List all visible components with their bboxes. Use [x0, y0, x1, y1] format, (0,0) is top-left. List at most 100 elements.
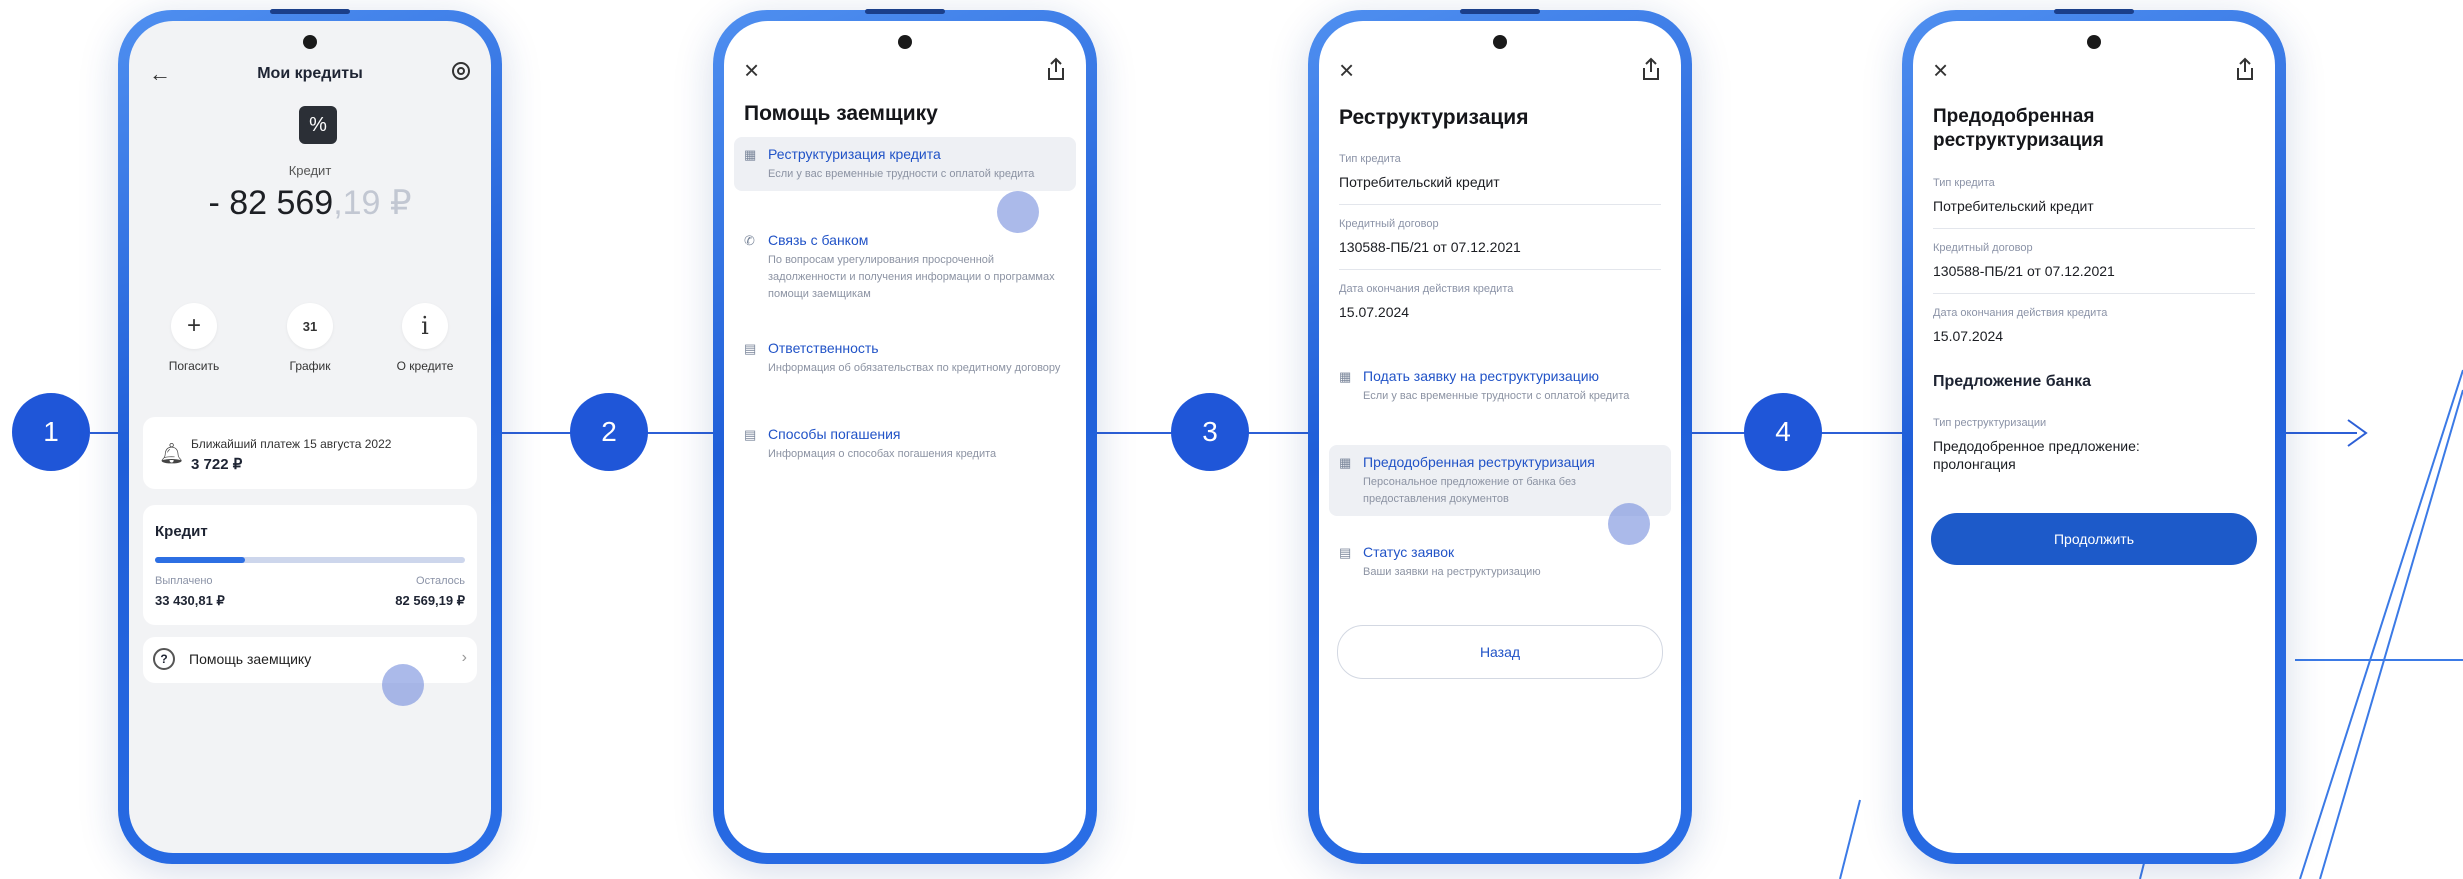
divider	[1933, 228, 2255, 229]
close-icon[interactable]: ×	[1933, 55, 1948, 86]
credit-type-field: Тип кредита Потребительский кредит	[1339, 153, 1661, 191]
tap-indicator	[382, 664, 424, 706]
bank-offer-title: Предложение банка	[1933, 373, 2092, 390]
menu-item-responsibility[interactable]: ▤ Ответственность Информация об обязател…	[734, 331, 1076, 385]
credit-contract-field: Кредитный договор 130588-ПБ/21 от 07.12.…	[1339, 218, 1661, 256]
field-value: Предодобренное предложение: пролонгация	[1933, 438, 2140, 472]
page-title: Помощь заемщику	[744, 102, 938, 125]
menu-item-contact-bank[interactable]: ✆ Связь с банком По вопросам урегулирова…	[734, 223, 1076, 311]
close-icon[interactable]: ×	[744, 55, 759, 86]
about-credit-action-label: О кредите	[396, 359, 454, 373]
document-icon: ▤	[744, 341, 757, 356]
menu-item-submit-application[interactable]: ▦ Подать заявку на реструктуризацию Если…	[1329, 359, 1671, 413]
step-1-marker: 1	[12, 393, 90, 471]
field-value: 15.07.2024	[1933, 328, 2004, 344]
front-camera	[303, 35, 317, 49]
remaining-label: Осталось	[416, 575, 465, 587]
my-credits-screen: ← Мои кредиты % Кредит - 82 569,19 ₽ + П…	[129, 21, 491, 853]
share-icon[interactable]	[1641, 57, 1661, 81]
calendar-icon: ▦	[744, 147, 757, 162]
repayment-progress-fill	[155, 557, 245, 563]
calendar-icon: 31	[287, 303, 333, 349]
paid-value: 33 430,81 ₽	[155, 593, 225, 608]
field-value: 130588-ПБ/21 от 07.12.2021	[1339, 239, 1521, 255]
field-value: Потребительский кредит	[1933, 198, 2094, 214]
continue-button[interactable]: Продолжить	[1931, 513, 2257, 565]
pay-action[interactable]: + Погасить	[154, 303, 234, 373]
document-icon: ▤	[744, 427, 757, 442]
field-label: Тип реструктуризации	[1933, 417, 2047, 429]
page-title: Реструктуризация	[1339, 106, 1529, 129]
menu-item-repayment-methods[interactable]: ▤ Способы погашения Информация о способа…	[734, 417, 1076, 471]
field-label: Дата окончания действия кредита	[1933, 307, 2108, 319]
about-credit-action[interactable]: i О кредите	[385, 303, 465, 373]
field-value: 130588-ПБ/21 от 07.12.2021	[1933, 263, 2115, 279]
menu-item-desc: Если у вас временные трудности с оплатой…	[1363, 390, 1630, 402]
close-icon[interactable]: ×	[1339, 55, 1354, 86]
field-label: Кредитный договор	[1339, 218, 1439, 230]
remaining-value: 82 569,19 ₽	[395, 593, 465, 608]
help-icon: ?	[153, 648, 175, 670]
schedule-action-label: График	[289, 359, 331, 373]
menu-item-desc: Если у вас временные трудности с оплатой…	[768, 168, 1035, 180]
schedule-action[interactable]: 31 График	[270, 303, 350, 373]
gear-icon[interactable]	[449, 59, 473, 83]
tap-indicator	[1608, 503, 1650, 545]
balance-main: - 82 569	[208, 184, 334, 222]
phone-speaker	[270, 9, 350, 14]
phone-screen-3: × Реструктуризация Тип кредита Потребите…	[1308, 9, 1692, 864]
credit-progress-card[interactable]: Кредит Выплачено Осталось 33 430,81 ₽ 82…	[143, 505, 477, 625]
restructuring-type-field: Тип реструктуризации Предодобренное пред…	[1933, 417, 2255, 473]
menu-item-desc: Информация об обязательствах по кредитно…	[768, 362, 1061, 374]
phone-speaker	[2054, 9, 2134, 14]
calendar-icon: ▦	[1339, 369, 1352, 384]
menu-item-title: Связь с банком	[768, 232, 869, 248]
credit-badge: %	[299, 106, 337, 144]
pay-action-label: Погасить	[168, 359, 220, 373]
phone-speaker	[1460, 9, 1540, 14]
divider	[1339, 204, 1661, 205]
credit-type-field: Тип кредита Потребительский кредит	[1933, 177, 2255, 215]
borrower-help-label: Помощь заемщику	[189, 651, 312, 667]
field-value: Потребительский кредит	[1339, 174, 1500, 190]
field-label: Кредитный договор	[1933, 242, 2033, 254]
borrower-help-item[interactable]: ? Помощь заемщику ›	[143, 637, 477, 683]
field-label: Дата окончания действия кредита	[1339, 283, 1514, 295]
menu-item-title: Реструктуризация кредита	[768, 146, 941, 162]
next-payment-card[interactable]: 🔔︎ Ближайший платеж 15 августа 2022 3 72…	[143, 417, 477, 489]
page-title: Мои кредиты	[257, 65, 363, 82]
field-value: 15.07.2024	[1339, 304, 1410, 320]
document-icon: ▤	[1339, 545, 1352, 560]
next-payment-amount: 3 722 ₽	[191, 456, 243, 473]
menu-item-title: Ответственность	[768, 340, 879, 356]
tap-indicator	[997, 191, 1039, 233]
menu-item-title: Способы погашения	[768, 426, 901, 442]
menu-item-title: Предодобренная реструктуризация	[1363, 454, 1595, 470]
paid-label: Выплачено	[155, 575, 213, 587]
front-camera	[898, 35, 912, 49]
phone-screen-1: ← Мои кредиты % Кредит - 82 569,19 ₽ + П…	[118, 9, 502, 864]
info-icon: i	[402, 303, 448, 349]
menu-item-restructuring[interactable]: ▦ Реструктуризация кредита Если у вас вр…	[734, 137, 1076, 191]
page-title: Предодобренная реструктуризация	[1933, 106, 2104, 151]
share-icon[interactable]	[1046, 57, 1066, 81]
calendar-icon: ▦	[1339, 455, 1352, 470]
back-button[interactable]: Назад	[1337, 625, 1663, 679]
phone-screen-4: × Предодобренная реструктуризация Тип кр…	[1902, 9, 2286, 864]
borrower-help-screen: × Помощь заемщику ▦ Реструктуризация кре…	[724, 21, 1086, 853]
menu-item-desc: Персональное предложение от банка без пр…	[1363, 476, 1576, 505]
plus-icon: +	[171, 303, 217, 349]
share-icon[interactable]	[2235, 57, 2255, 81]
front-camera	[1493, 35, 1507, 49]
menu-item-title: Подать заявку на реструктуризацию	[1363, 368, 1600, 384]
menu-item-desc: Ваши заявки на реструктуризацию	[1363, 566, 1541, 578]
front-camera	[2087, 35, 2101, 49]
credit-end-date-field: Дата окончания действия кредита 15.07.20…	[1339, 283, 1661, 321]
field-label: Тип кредита	[1339, 153, 1401, 165]
field-label: Тип кредита	[1933, 177, 1995, 189]
step-4-marker: 4	[1744, 393, 1822, 471]
divider	[1339, 269, 1661, 270]
bell-icon: 🔔︎	[159, 443, 185, 465]
step-2-marker: 2	[570, 393, 648, 471]
menu-item-desc: Информация о способах погашения кредита	[768, 448, 997, 460]
